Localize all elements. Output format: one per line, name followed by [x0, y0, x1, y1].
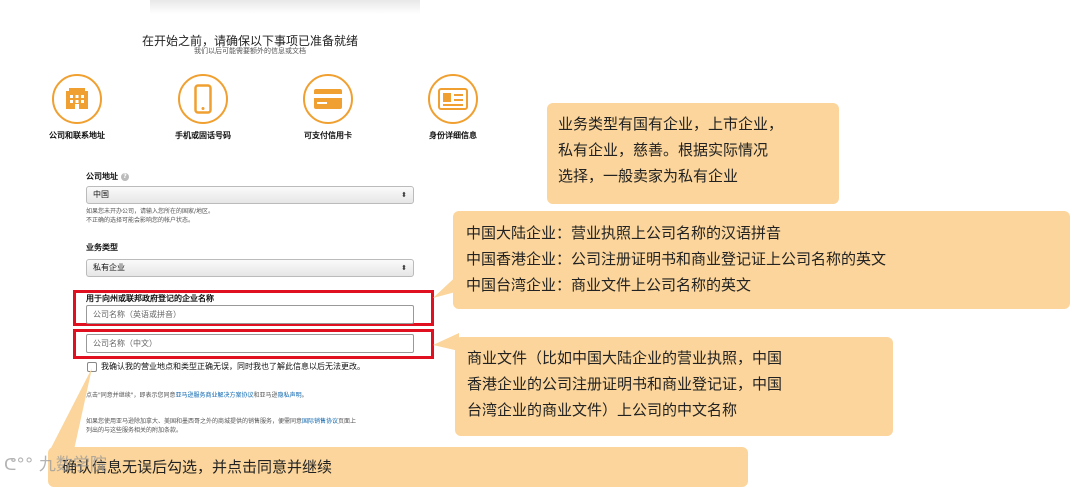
- phone-icon: [178, 74, 228, 124]
- select-arrows-icon: ⬍: [401, 191, 407, 199]
- select-arrows-icon: ⬍: [401, 264, 407, 272]
- address-select[interactable]: 中国 ⬍: [86, 186, 414, 204]
- requirement-label: 手机或固话号码: [175, 131, 231, 140]
- page-subtitle: 我们以后可能需要额外的信息或文档: [194, 47, 306, 55]
- address-note: 如果您未开办公司，请输入您所在的国家/地区。 不正确的选择可能会影响您的帐户状态…: [86, 208, 215, 224]
- requirement-label: 公司和联系地址: [49, 131, 105, 140]
- service-agreement-link[interactable]: 亚马逊服务商业解决方案协议: [176, 392, 254, 399]
- requirement-address: 公司和联系地址: [17, 74, 137, 141]
- company-name-cn-input[interactable]: 公司名称（中文）: [86, 334, 414, 353]
- international-agreement-link[interactable]: 国际销售协议: [302, 418, 338, 425]
- watermark: ᕦ°° 九数学院: [4, 455, 107, 475]
- callout-business-type: 业务类型有国有企业，上市企业， 私有企业，慈善。根据实际情况 选择，一般卖家为私…: [547, 103, 839, 204]
- requirement-label: 可支付信用卡: [304, 131, 352, 140]
- international-text: 如果您使用亚马逊除加拿大、美国和墨西哥之外的商城提供的销售服务，便需同意国际销售…: [86, 418, 357, 434]
- confirm-text: 我确认我的营业地点和类型正确无误，同时我也了解此信息以后无法更改。: [101, 362, 365, 371]
- building-icon: [52, 74, 102, 124]
- privacy-link[interactable]: 隐私声明: [278, 392, 302, 399]
- requirement-id: 身份详细信息: [393, 74, 513, 141]
- watermark-logo-icon: ᕦ°°: [4, 455, 34, 475]
- address-label: 公司地址?: [86, 171, 129, 182]
- callout-pointer: [50, 368, 92, 450]
- credit-card-icon: [303, 74, 353, 124]
- requirement-card: 可支付信用卡: [268, 74, 388, 141]
- callout-english-name: 中国大陆企业：营业执照上公司名称的汉语拼音 中国香港企业：公司注册证明书和商业登…: [453, 211, 1070, 309]
- business-type-label: 业务类型: [86, 243, 118, 252]
- company-name-label: 用于向州或联邦政府登记的企业名称: [86, 294, 214, 303]
- business-type-select[interactable]: 私有企业 ⬍: [86, 259, 414, 277]
- requirement-phone: 手机或固话号码: [143, 74, 263, 141]
- id-card-icon: [428, 74, 478, 124]
- top-fade: [150, 0, 420, 14]
- callout-chinese-name: 商业文件（比如中国大陆企业的营业执照，中国 香港企业的公司注册证明书和商业登记证…: [455, 337, 893, 436]
- company-name-input[interactable]: 公司名称（英语或拼音）: [86, 305, 414, 324]
- callout-confirm: 确认信息无误后勾选，并点击同意并继续: [48, 447, 748, 487]
- requirement-label: 身份详细信息: [429, 131, 477, 140]
- help-icon[interactable]: ?: [121, 172, 129, 181]
- agreement-text: 点击"同意并继续"，即表示您同意亚马逊服务商业解决方案协议和亚马逊隐私声明。: [86, 392, 308, 399]
